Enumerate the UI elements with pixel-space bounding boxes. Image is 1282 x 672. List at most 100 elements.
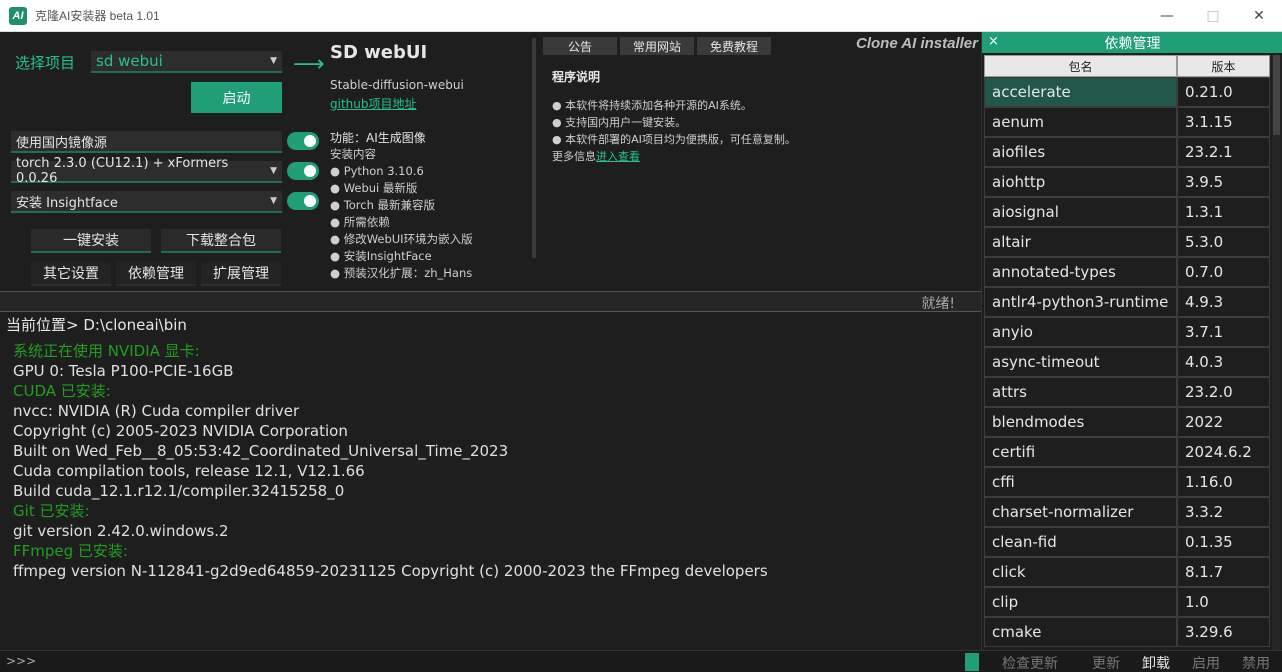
package-name-cell: aiohttp [984,167,1177,197]
tab-notice[interactable]: 公告 [543,37,617,55]
update-button[interactable]: 更新 [1092,653,1120,672]
other-settings-button[interactable]: 其它设置 [31,262,111,286]
package-name-cell: blendmodes [984,407,1177,437]
close-icon[interactable]: ✕ [1236,0,1282,32]
package-version-cell: 3.1.15 [1177,107,1270,137]
table-row[interactable]: charset-normalizer 3.3.2 [984,497,1270,527]
package-name-cell: aiofiles [984,137,1177,167]
table-row[interactable]: cffi 1.16.0 [984,467,1270,497]
mirror-label: 使用国内镜像源 [16,135,108,151]
table-row[interactable]: click 8.1.7 [984,557,1270,587]
github-link[interactable]: github项目地址 [330,95,417,112]
console-output: 当前位置> D:\cloneai\bin 系统正在使用 NVIDIA 显卡: GP… [0,312,981,650]
table-row[interactable]: altair 5.3.0 [984,227,1270,257]
table-row[interactable]: antlr4-python3-runtime 4.9.3 [984,287,1270,317]
list-item: ● Python 3.10.6 [330,164,424,178]
dependency-panel: × 依赖管理 包名 版本 accelerate 0.21.0 aenum 3.1.15… [981,32,1282,650]
dependency-table-header: 包名 版本 [984,55,1270,77]
mirror-toggle[interactable] [287,132,319,150]
dependency-scrollbar[interactable] [1272,55,1281,650]
list-item: ● 预装汉化扩展：zh_Hans [330,266,473,280]
table-row[interactable]: cmake 3.29.6 [984,617,1270,647]
close-icon[interactable]: × [988,34,999,49]
list-item: ● 本软件部署的AI项目均为便携版，可任意复制。 [552,133,796,146]
package-name-cell: altair [984,227,1177,257]
more-info-link[interactable]: 进入查看 [596,150,640,163]
dependency-panel-title: 依赖管理 [1104,35,1161,52]
minimize-icon[interactable]: — [1144,0,1190,32]
package-name-cell: aiosignal [984,197,1177,227]
run-indicator [965,653,979,671]
column-header-name[interactable]: 包名 [984,55,1177,77]
torch-select[interactable]: torch 2.3.0 (CU12.1) + xFormers 0.0.26 ▼ [11,156,282,186]
maximize-icon[interactable]: □ [1190,0,1236,32]
brand-logo: Clone AI installer [856,35,978,52]
insightface-select-value: 安装 Insightface [16,195,118,211]
start-button[interactable]: 启动 [191,82,282,113]
panel-divider[interactable] [532,38,536,258]
package-version-cell: 0.1.35 [1177,527,1270,557]
window-title: 克隆AI安装器 beta 1.01 [35,9,160,23]
table-row[interactable]: anyio 3.7.1 [984,317,1270,347]
ext-manage-button[interactable]: 扩展管理 [201,262,281,286]
one-click-install-button[interactable]: 一键安装 [31,229,151,253]
table-row[interactable]: certifi 2024.6.2 [984,437,1270,467]
package-version-cell: 3.3.2 [1177,497,1270,527]
package-name-cell: accelerate [984,77,1177,107]
table-row[interactable]: clean-fid 0.1.35 [984,527,1270,557]
tab-tutorials[interactable]: 免费教程 [697,37,771,55]
console-line: FFmpeg 已安装: [13,542,128,560]
package-name-cell: anyio [984,317,1177,347]
package-version-cell: 4.0.3 [1177,347,1270,377]
table-row[interactable]: blendmodes 2022 [984,407,1270,437]
project-select[interactable]: sd webui ▼ [91,51,282,73]
column-header-version[interactable]: 版本 [1177,55,1270,77]
torch-toggle[interactable] [287,162,319,180]
package-version-cell: 5.3.0 [1177,227,1270,257]
package-name-cell: certifi [984,437,1177,467]
status-bar: 就绪! [0,292,981,312]
package-version-cell: 3.9.5 [1177,167,1270,197]
notice-list: ● 本软件将持续添加各种开源的AI系统。 ● 支持国内用户一键安装。 ● 本软件… [552,97,796,148]
table-row[interactable]: accelerate 0.21.0 [984,77,1270,107]
enable-button[interactable]: 启用 [1192,653,1220,672]
command-prompt[interactable]: >>> [6,654,36,668]
package-version-cell: 8.1.7 [1177,557,1270,587]
package-version-cell: 23.2.0 [1177,377,1270,407]
list-item: ● Webui 最新版 [330,181,418,195]
dropdown-arrow-icon: ▼ [270,196,277,206]
package-version-cell: 3.29.6 [1177,617,1270,647]
table-row[interactable]: async-timeout 4.0.3 [984,347,1270,377]
table-row[interactable]: aenum 3.1.15 [984,107,1270,137]
insightface-select[interactable]: 安装 Insightface ▼ [11,191,282,213]
console-line: Git 已安装: [13,502,90,520]
download-bundle-button[interactable]: 下载整合包 [161,229,281,253]
disable-button[interactable]: 禁用 [1242,653,1270,672]
insightface-toggle[interactable] [287,192,319,210]
check-update-button[interactable]: 检查更新 [1002,653,1058,672]
list-item: ● 安装InsightFace [330,249,432,263]
table-row[interactable]: aiohttp 3.9.5 [984,167,1270,197]
project-label: 选择项目 [15,54,76,72]
package-name-cell: antlr4-python3-runtime [984,287,1177,317]
window-controls: — □ ✕ [1144,0,1282,32]
table-row[interactable]: aiofiles 23.2.1 [984,137,1270,167]
table-row[interactable]: attrs 23.2.0 [984,377,1270,407]
package-version-cell: 4.9.3 [1177,287,1270,317]
dropdown-arrow-icon: ▼ [270,166,277,176]
project-select-value: sd webui [96,52,163,70]
package-version-cell: 2024.6.2 [1177,437,1270,467]
table-row[interactable]: aiosignal 1.3.1 [984,197,1270,227]
package-version-cell: 3.7.1 [1177,317,1270,347]
dependency-table-body: accelerate 0.21.0 aenum 3.1.15 aiofiles 23.2.… [984,77,1270,647]
list-item: ● 支持国内用户一键安装。 [552,116,687,129]
tab-websites[interactable]: 常用网站 [620,37,694,55]
scrollbar-thumb[interactable] [1273,55,1280,135]
uninstall-button[interactable]: 卸载 [1142,653,1170,672]
table-row[interactable]: clip 1.0 [984,587,1270,617]
package-name-cell: annotated-types [984,257,1177,287]
dep-manage-button[interactable]: 依赖管理 [116,262,196,286]
app-logo-icon: AI [9,6,27,25]
project-subtitle: Stable-diffusion-webui [330,78,464,92]
table-row[interactable]: annotated-types 0.7.0 [984,257,1270,287]
